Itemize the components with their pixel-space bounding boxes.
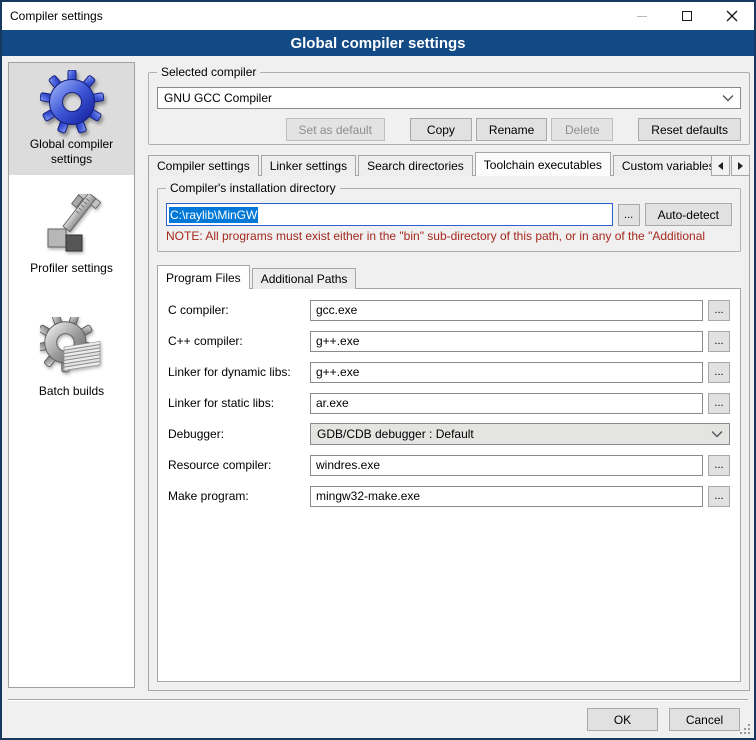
tab-scroll-arrows [710, 155, 750, 176]
browse-make-program-button[interactable]: ... [708, 486, 730, 507]
rename-button[interactable]: Rename [476, 118, 547, 141]
tab-scroll-left-button[interactable] [711, 155, 730, 176]
resource-compiler-row: Resource compiler: ... [168, 454, 730, 476]
cpp-compiler-input[interactable] [310, 331, 703, 352]
chevron-down-icon [722, 94, 734, 102]
browse-directory-button[interactable]: ... [618, 204, 640, 226]
compiler-select[interactable]: GNU GCC Compiler [157, 87, 741, 109]
debugger-select[interactable]: GDB/CDB debugger : Default [310, 423, 730, 445]
arrow-left-icon [718, 162, 723, 170]
browse-cpp-compiler-button[interactable]: ... [708, 331, 730, 352]
reset-defaults-button[interactable]: Reset defaults [638, 118, 741, 141]
compiler-actions: Set as default Copy Rename Delete Reset … [157, 118, 741, 141]
installation-directory-input[interactable]: C:\raylib\MinGW [166, 203, 613, 226]
c-compiler-label: C compiler: [168, 303, 310, 317]
tab-toolchain-executables[interactable]: Toolchain executables [475, 152, 611, 176]
footer-divider [8, 699, 748, 701]
installation-directory-row: C:\raylib\MinGW ... Auto-detect [166, 203, 732, 226]
window-controls [619, 2, 754, 30]
installation-directory-legend: Compiler's installation directory [166, 181, 340, 195]
tab-scroll-right-button[interactable] [731, 155, 750, 176]
make-program-input[interactable] [310, 486, 703, 507]
close-icon [726, 10, 738, 22]
compiler-select-value: GNU GCC Compiler [164, 91, 722, 105]
cpp-compiler-label: C++ compiler: [168, 334, 310, 348]
c-compiler-row: C compiler: ... [168, 299, 730, 321]
sidebar-item-label: Profiler settings [11, 261, 132, 276]
gray-gear-stack-icon [40, 317, 104, 381]
resize-grip[interactable] [739, 723, 751, 735]
copy-button[interactable]: Copy [410, 118, 472, 141]
footer-buttons: OK Cancel [587, 708, 740, 731]
banner-title: Global compiler settings [290, 35, 465, 52]
make-program-row: Make program: ... [168, 485, 730, 507]
installation-directory-value: C:\raylib\MinGW [169, 207, 258, 223]
arrow-right-icon [738, 162, 743, 170]
tab-custom-variables[interactable]: Custom variables [613, 155, 724, 176]
dialog-banner: Global compiler settings [2, 30, 754, 56]
window-title: Compiler settings [10, 9, 103, 23]
program-files-page: C compiler: ... C++ compiler: ... Linker… [157, 288, 741, 682]
toolchain-executables-panel: Compiler's installation directory C:\ray… [148, 175, 750, 691]
resource-compiler-input[interactable] [310, 455, 703, 476]
close-button[interactable] [709, 2, 754, 30]
resource-compiler-label: Resource compiler: [168, 458, 310, 472]
browse-resource-compiler-button[interactable]: ... [708, 455, 730, 476]
debugger-label: Debugger: [168, 427, 310, 441]
compiler-settings-dialog: Compiler settings Global compiler settin… [0, 0, 756, 740]
dynamic-linker-row: Linker for dynamic libs: ... [168, 361, 730, 383]
delete-button[interactable]: Delete [551, 118, 613, 141]
settings-sidebar: Global compiler settings Profiler se [8, 62, 135, 688]
maximize-icon [682, 11, 692, 21]
sidebar-item-profiler-settings[interactable]: Profiler settings [9, 187, 134, 284]
tab-search-directories[interactable]: Search directories [358, 155, 473, 176]
toolchain-subtabs: Program Files Additional Paths [157, 265, 741, 289]
dynamic-linker-label: Linker for dynamic libs: [168, 365, 310, 379]
debugger-select-value: GDB/CDB debugger : Default [317, 427, 711, 441]
make-program-label: Make program: [168, 489, 310, 503]
sidebar-item-label: Global compiler settings [11, 137, 132, 167]
c-compiler-input[interactable] [310, 300, 703, 321]
debugger-row: Debugger: GDB/CDB debugger : Default [168, 423, 730, 445]
blue-gear-icon [40, 70, 104, 134]
cpp-compiler-row: C++ compiler: ... [168, 330, 730, 352]
minimize-icon [637, 16, 647, 17]
bin-subdirectory-note: NOTE: All programs must exist either in … [166, 229, 732, 243]
browse-dynamic-linker-button[interactable]: ... [708, 362, 730, 383]
ok-button[interactable]: OK [587, 708, 658, 731]
maximize-button[interactable] [664, 2, 709, 30]
minimize-button[interactable] [619, 2, 664, 30]
static-linker-row: Linker for static libs: ... [168, 392, 730, 414]
sidebar-item-label: Batch builds [11, 384, 132, 399]
settings-tabstrip: Compiler settings Linker settings Search… [148, 152, 750, 176]
tab-linker-settings[interactable]: Linker settings [261, 155, 356, 176]
static-linker-input[interactable] [310, 393, 703, 414]
set-as-default-button[interactable]: Set as default [286, 118, 385, 141]
static-linker-label: Linker for static libs: [168, 396, 310, 410]
subtab-program-files[interactable]: Program Files [157, 265, 250, 289]
main-content: Selected compiler GNU GCC Compiler Set a… [148, 62, 750, 691]
selected-compiler-legend: Selected compiler [157, 65, 260, 79]
browse-c-compiler-button[interactable]: ... [708, 300, 730, 321]
browse-static-linker-button[interactable]: ... [708, 393, 730, 414]
selected-compiler-group: Selected compiler GNU GCC Compiler Set a… [148, 72, 750, 145]
titlebar[interactable]: Compiler settings [2, 2, 754, 30]
caliper-icon [40, 194, 104, 258]
tab-compiler-settings[interactable]: Compiler settings [148, 155, 259, 176]
auto-detect-button[interactable]: Auto-detect [645, 203, 732, 226]
cancel-button[interactable]: Cancel [669, 708, 740, 731]
chevron-down-icon [711, 430, 723, 438]
sidebar-item-global-compiler-settings[interactable]: Global compiler settings [9, 63, 134, 175]
sidebar-item-batch-builds[interactable]: Batch builds [9, 310, 134, 407]
subtab-additional-paths[interactable]: Additional Paths [252, 268, 357, 289]
installation-directory-group: Compiler's installation directory C:\ray… [157, 188, 741, 252]
dynamic-linker-input[interactable] [310, 362, 703, 383]
